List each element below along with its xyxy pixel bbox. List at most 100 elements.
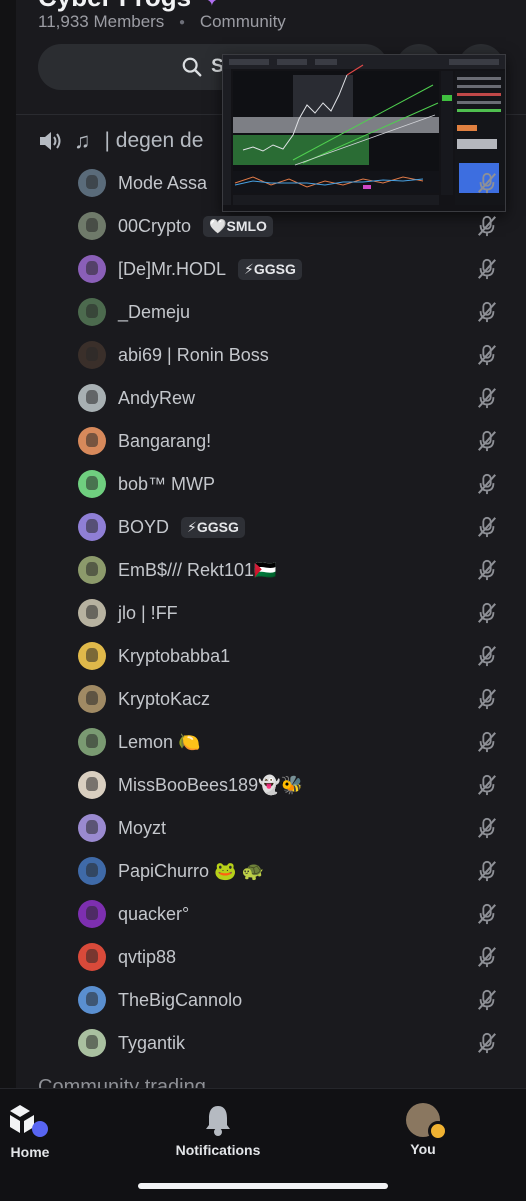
- username: bob™ MWP: [118, 473, 216, 494]
- avatar: [78, 470, 106, 498]
- username: PapiChurro 🐸 🐢: [118, 860, 264, 881]
- avatar: [78, 771, 106, 799]
- voice-user-row[interactable]: abi69 | Ronin Boss: [78, 340, 518, 370]
- idle-status-icon: [428, 1121, 448, 1141]
- voice-user-row[interactable]: TheBigCannolo: [78, 985, 518, 1015]
- mic-muted-icon: [476, 430, 498, 452]
- server-name-text: Cyber Frogs: [38, 0, 191, 12]
- member-count: 11,933 Members: [38, 12, 165, 31]
- username: BOYD: [118, 516, 170, 537]
- avatar: [78, 857, 106, 885]
- voice-user-row[interactable]: AndyRew: [78, 383, 518, 413]
- mic-muted-icon: [476, 301, 498, 323]
- voice-user-row[interactable]: Lemon 🍋: [78, 727, 518, 757]
- channel-name: | degen de: [104, 129, 204, 152]
- username: MissBooBees189👻🐝: [118, 774, 303, 795]
- avatar: [78, 169, 106, 197]
- username: Bangarang!: [118, 430, 212, 451]
- nav-home[interactable]: Home: [0, 1089, 60, 1160]
- mic-muted-icon: [476, 215, 498, 237]
- mic-muted-icon: [476, 645, 498, 667]
- mic-muted-icon: [476, 774, 498, 796]
- avatar: [78, 1029, 106, 1057]
- voice-user-row[interactable]: [De]Mr.HODL ⚡GGSG: [78, 254, 518, 284]
- voice-user-row[interactable]: qvtip88: [78, 942, 518, 972]
- speaker-icon: [40, 132, 61, 150]
- username: abi69 | Ronin Boss: [118, 344, 269, 365]
- avatar: [78, 986, 106, 1014]
- mic-muted-icon: [476, 817, 498, 839]
- voice-user-row[interactable]: PapiChurro 🐸 🐢: [78, 856, 518, 886]
- boost-icon: ✦: [204, 0, 220, 10]
- voice-user-row[interactable]: KryptoKacz: [78, 684, 518, 714]
- username: [De]Mr.HODL: [118, 258, 227, 279]
- voice-user-row[interactable]: Tygantik: [78, 1028, 518, 1058]
- nav-notifications-label: Notifications: [175, 1142, 261, 1158]
- avatar: [78, 556, 106, 584]
- avatar: [78, 427, 106, 455]
- server-rail: [0, 0, 16, 1088]
- username: qvtip88: [118, 946, 177, 967]
- mic-muted-icon: [476, 1032, 498, 1054]
- clan-tag[interactable]: 🤍SMLO: [203, 215, 273, 237]
- username: Kryptobabba1: [118, 645, 231, 666]
- avatar: [78, 513, 106, 541]
- username: EmB$/// Rekt101🇵🇸: [118, 559, 277, 580]
- nav-you-label: You: [410, 1141, 436, 1157]
- avatar: [78, 341, 106, 369]
- voice-user-row[interactable]: MissBooBees189👻🐝: [78, 770, 518, 800]
- username: Mode Assa: [118, 172, 208, 193]
- avatar: [78, 255, 106, 283]
- avatar: [78, 814, 106, 842]
- mic-muted-icon: [476, 688, 498, 710]
- avatar: [78, 642, 106, 670]
- voice-user-row[interactable]: BOYD ⚡GGSG: [78, 512, 518, 542]
- username: 00Crypto: [118, 215, 192, 236]
- clan-tag[interactable]: ⚡GGSG: [181, 516, 245, 538]
- home-icon: [10, 1105, 48, 1137]
- avatar: [78, 298, 106, 326]
- username: TheBigCannolo: [118, 989, 243, 1010]
- voice-user-row[interactable]: Kryptobabba1: [78, 641, 518, 671]
- voice-user-row[interactable]: jlo | !FF: [78, 598, 518, 628]
- voice-user-row[interactable]: 00Crypto 🤍SMLO: [78, 211, 518, 241]
- username: jlo | !FF: [118, 602, 178, 623]
- mic-muted-icon: [476, 731, 498, 753]
- mic-muted-icon: [476, 516, 498, 538]
- voice-user-row[interactable]: Moyzt: [78, 813, 518, 843]
- username: KryptoKacz: [118, 688, 211, 709]
- mic-muted-icon: [476, 387, 498, 409]
- voice-channel[interactable]: ♫ | degen de: [38, 124, 203, 158]
- search-icon: [182, 57, 202, 77]
- voice-user-row[interactable]: quacker°: [78, 899, 518, 929]
- user-avatar: [406, 1103, 448, 1141]
- mic-muted-icon: [476, 344, 498, 366]
- username: Lemon 🍋: [118, 731, 201, 752]
- mic-muted-icon: [476, 860, 498, 882]
- mic-muted-icon: [476, 172, 498, 194]
- voice-user-row[interactable]: Bangarang!: [78, 426, 518, 456]
- home-indicator: [138, 1183, 388, 1189]
- mic-muted-icon: [476, 559, 498, 581]
- mic-muted-icon: [476, 903, 498, 925]
- separator-dot: ●: [179, 17, 186, 29]
- server-header: Cyber Frogs ✦ 11,933 Members ● Community: [38, 0, 526, 31]
- avatar: [78, 728, 106, 756]
- mic-muted-icon: [476, 989, 498, 1011]
- clan-tag[interactable]: ⚡GGSG: [238, 258, 302, 280]
- music-note-icon: ♫: [74, 128, 91, 153]
- avatar: [78, 943, 106, 971]
- username: Moyzt: [118, 817, 167, 838]
- nav-you[interactable]: You: [390, 1089, 456, 1157]
- avatar: [78, 685, 106, 713]
- username: _Demeju: [118, 301, 191, 322]
- nav-notifications[interactable]: Notifications: [168, 1089, 268, 1158]
- voice-user-row[interactable]: bob™ MWP: [78, 469, 518, 499]
- voice-user-row[interactable]: Mode Assa: [78, 168, 518, 198]
- voice-user-row[interactable]: EmB$/// Rekt101🇵🇸: [78, 555, 518, 585]
- avatar: [78, 212, 106, 240]
- mic-muted-icon: [476, 946, 498, 968]
- avatar: [78, 599, 106, 627]
- nav-home-label: Home: [10, 1144, 50, 1160]
- voice-user-row[interactable]: _Demeju: [78, 297, 518, 327]
